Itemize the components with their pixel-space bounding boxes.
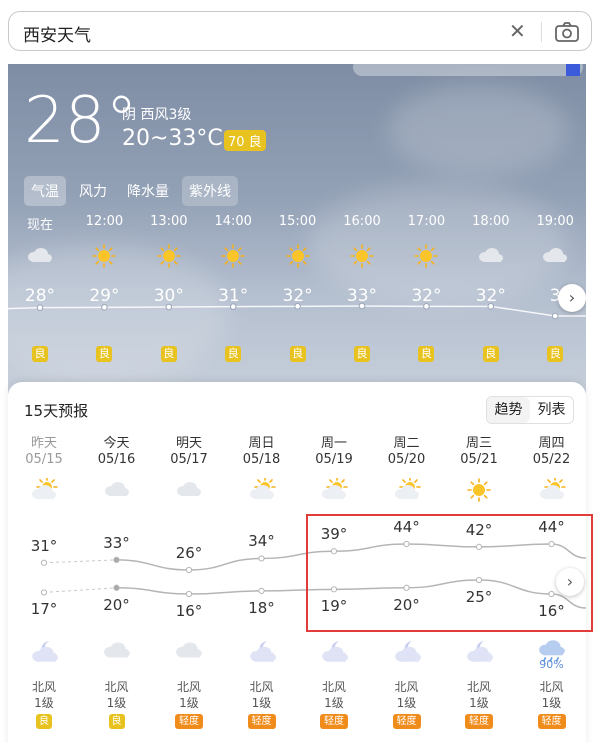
hourly-temperature-line — [8, 302, 586, 320]
high-temperature-line-point — [258, 555, 265, 562]
hourly-point — [487, 303, 495, 310]
search-divider — [541, 22, 542, 42]
hourly-point — [358, 302, 366, 310]
hourly-point — [165, 303, 173, 311]
high-temperature-line-point — [185, 566, 193, 574]
low-temperature-line-point — [185, 590, 193, 598]
hourly-point — [423, 303, 430, 310]
high-temperature-line-point — [113, 556, 120, 563]
current-weather-card: 28° 阴 西风3级 20~33°C 70 良 气温 风力 降水量 紫外线 现在… — [8, 64, 586, 394]
hourly-point — [229, 303, 237, 310]
hourly-point — [101, 304, 108, 311]
hourly-point — [551, 312, 559, 320]
search-input[interactable]: 西安天气 — [23, 21, 91, 46]
low-temperature-line-point — [40, 589, 48, 596]
clear-icon[interactable]: ✕ — [509, 19, 526, 43]
camera-icon[interactable] — [553, 20, 581, 44]
low-temperature-line-point — [113, 584, 120, 591]
search-bar[interactable]: 西安天气 ✕ — [8, 11, 592, 51]
hourly-point — [36, 304, 44, 311]
low-temperature-line-past-segment — [43, 587, 117, 593]
low-temperature-line-point — [258, 587, 265, 594]
hourly-point — [294, 303, 301, 310]
hourly-next-button[interactable]: › — [558, 284, 586, 312]
high-temperature-line-past-segment — [43, 559, 117, 564]
high-temperature-line-point — [40, 559, 48, 566]
highlight-box — [306, 514, 593, 632]
